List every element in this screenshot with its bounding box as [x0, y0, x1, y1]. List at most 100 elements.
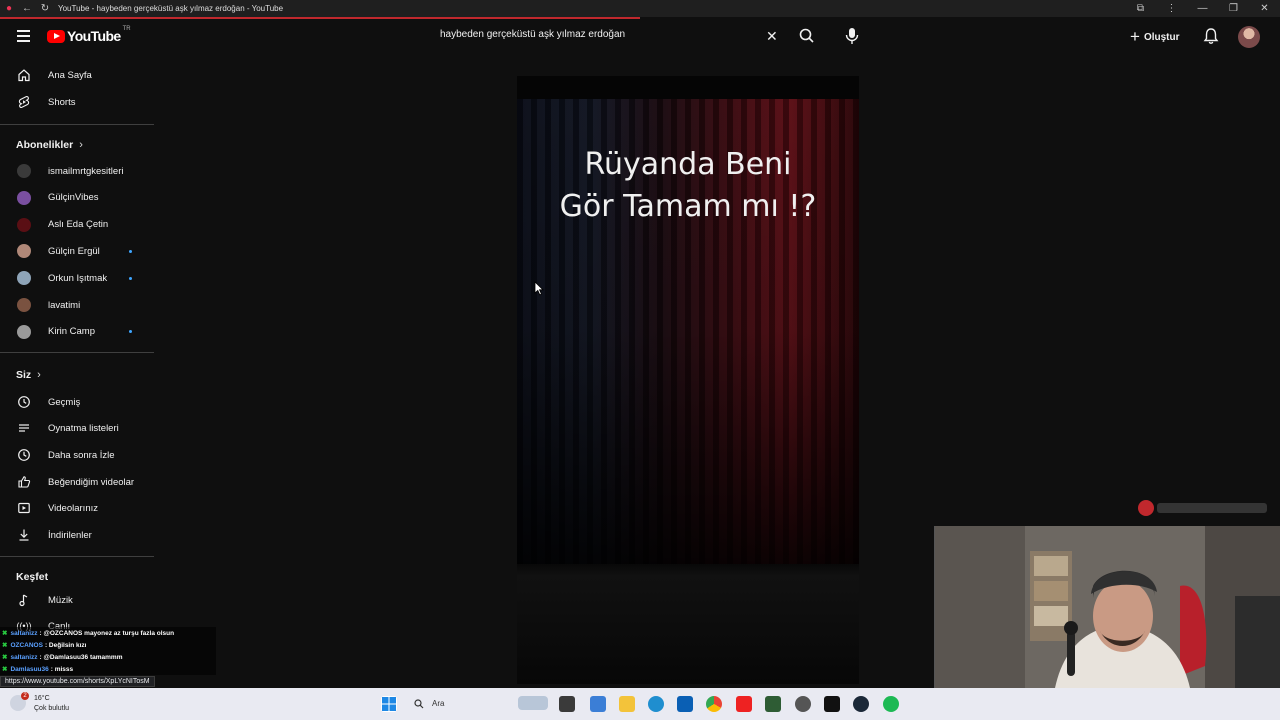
subscription-channel[interactable]: lavatimi — [0, 292, 154, 318]
sidebar-item-playlists[interactable]: Oynatma listeleri — [0, 415, 154, 441]
chrome-browser-icon[interactable] — [706, 696, 722, 712]
sidebar-item-your-videos[interactable]: Videolarınız — [0, 495, 154, 521]
close-window-button[interactable]: ✕ — [1249, 0, 1280, 17]
windows-start-icon[interactable] — [381, 696, 397, 712]
chevron-right-icon: › — [37, 369, 41, 381]
chat-badge-icon: ✖ — [2, 630, 8, 637]
microphone-icon[interactable] — [842, 25, 862, 47]
file-explorer-icon[interactable] — [619, 696, 635, 712]
chat-badge-icon: ✖ — [2, 666, 8, 673]
back-arrow-icon[interactable]: ← — [18, 0, 36, 17]
chat-text: : @OZCANOS mayonez az turşu fazla olsun — [39, 629, 175, 637]
streamer-webcam — [934, 526, 1280, 688]
channel-avatar — [17, 164, 31, 178]
edge-browser-icon[interactable] — [648, 696, 664, 712]
you-heading[interactable]: Siz › — [16, 369, 41, 381]
channel-avatar — [17, 244, 31, 259]
restore-button[interactable]: ❐ — [1218, 0, 1249, 17]
account-avatar[interactable] — [1238, 26, 1260, 48]
subscription-channel[interactable]: Kirin Camp — [0, 319, 154, 345]
minimize-button[interactable]: — — [1187, 0, 1218, 17]
weather-widget[interactable]: 2 16°C Çok bulutlu — [8, 692, 88, 715]
channel-name: lavatimi — [48, 299, 81, 311]
channel-name: Gülçin Ergül — [48, 245, 100, 257]
channel-name: ismailmrtgkesitleri — [48, 165, 124, 177]
chat-badge-icon: ✖ — [2, 642, 8, 649]
notifications-bell-icon[interactable] — [1201, 26, 1221, 46]
subscription-channel[interactable]: Orkun Işıtmak — [0, 265, 154, 291]
epic-games-icon[interactable] — [824, 696, 840, 712]
taskbar-search-input[interactable]: Ara — [406, 694, 548, 714]
channel-name: Orkun Işıtmak — [48, 272, 108, 284]
stage-floor — [517, 564, 859, 684]
explore-heading-label: Keşfet — [16, 571, 49, 583]
hamburger-menu-icon[interactable] — [14, 27, 34, 47]
sidebar-item-downloads[interactable]: İndirilenler — [0, 522, 154, 548]
subscriptions-heading[interactable]: Abonelikler › — [16, 139, 83, 151]
subscription-channel[interactable]: Gülçin Ergül — [0, 238, 154, 264]
sidebar-divider — [0, 352, 154, 353]
microsoft-store-icon[interactable] — [677, 696, 693, 712]
stream-watermark — [1138, 500, 1267, 516]
sidebar-item-watch-later[interactable]: Daha sonra İzle — [0, 442, 154, 468]
chat-username: saltanizz — [10, 629, 38, 637]
home-icon — [0, 68, 48, 82]
more-options-icon[interactable]: ⋮ — [1156, 0, 1187, 17]
search-query-text: haybeden gerçeküstü aşk yılmaz erdoğan — [440, 29, 626, 40]
search-input[interactable]: haybeden gerçeküstü aşk yılmaz erdoğan — [430, 25, 790, 47]
taskbar-search-label: Ara — [432, 699, 445, 708]
channel-avatar-wrap — [0, 298, 48, 312]
subscription-channel[interactable]: Aslı Eda Çetin — [0, 212, 154, 238]
youtube-logo[interactable]: YouTube TR — [47, 26, 131, 44]
sidebar-item-shorts[interactable]: Shorts — [0, 89, 154, 115]
app-store-icon[interactable] — [590, 696, 606, 712]
chat-text: : Değilsin kızı — [44, 641, 87, 649]
guide-sidebar: Ana Sayfa Shorts Abonelikler › ismailmrt… — [0, 62, 154, 682]
channel-name: Aslı Eda Çetin — [48, 219, 109, 231]
create-button[interactable]: + Oluştur — [1124, 26, 1188, 48]
create-label: Oluştur — [1143, 31, 1180, 43]
youtube-header: YouTube TR haybeden gerçeküstü aşk yılma… — [0, 19, 1280, 55]
sidebar-item-music[interactable]: Müzik — [0, 587, 154, 613]
sidebar-item-home[interactable]: Ana Sayfa — [0, 62, 154, 88]
browser-menu-icon[interactable]: ● — [0, 0, 18, 17]
youtube-app-icon[interactable] — [736, 696, 752, 712]
sidebar-item-label: Ana Sayfa — [48, 69, 92, 81]
sidebar-item-history[interactable]: Geçmiş — [0, 389, 154, 415]
obs-studio-icon[interactable] — [795, 696, 811, 712]
chat-message: ✖ saltanizz : @Damlasuu36 tamammm — [0, 651, 216, 663]
subscription-channel[interactable]: GülçinVibes — [0, 185, 154, 211]
chat-username: OZCANOS — [10, 641, 43, 649]
search-icon — [414, 699, 424, 709]
like-icon — [0, 475, 48, 489]
search-icon[interactable] — [797, 26, 817, 46]
extensions-icon[interactable]: ⧉ — [1125, 0, 1156, 17]
minecraft-icon[interactable] — [765, 696, 781, 712]
sidebar-item-label: Shorts — [48, 96, 76, 108]
spotify-icon[interactable] — [883, 696, 899, 712]
chat-text: : misss — [50, 665, 74, 673]
chat-username: Damlasuu36 — [10, 665, 49, 673]
subscriptions-heading-label: Abonelikler — [16, 139, 74, 151]
subscription-channel[interactable]: ismailmrtgkesitleri — [0, 158, 154, 184]
channel-avatar-wrap — [0, 190, 48, 205]
sidebar-item-liked-videos[interactable]: Beğendiğim videolar — [0, 469, 154, 495]
channel-avatar — [17, 217, 31, 232]
your-videos-icon — [0, 501, 48, 515]
plus-icon: + — [1130, 27, 1140, 46]
sidebar-item-label: Geçmiş — [48, 396, 81, 408]
reload-icon[interactable]: ↻ — [36, 0, 54, 17]
channel-avatar — [17, 271, 31, 286]
task-view-icon[interactable] — [559, 696, 575, 712]
watermark-logo-icon — [1138, 500, 1154, 516]
clear-search-icon[interactable]: ✕ — [766, 27, 778, 45]
chat-badge-icon: ✖ — [2, 654, 8, 661]
watermark-text-blur — [1157, 503, 1267, 513]
steam-icon[interactable] — [853, 696, 869, 712]
caption-line-1: Rüyanda Beni — [584, 147, 792, 182]
channel-avatar-wrap — [0, 217, 48, 232]
browser-tab-title: YouTube - haybeden gerçeküstü aşk yılmaz… — [58, 4, 284, 13]
chat-message: ✖ Damlasuu36 : misss — [0, 663, 216, 675]
shorts-video-player[interactable]: Rüyanda Beni Gör Tamam mı !? — [517, 76, 859, 684]
new-content-dot — [129, 249, 132, 253]
